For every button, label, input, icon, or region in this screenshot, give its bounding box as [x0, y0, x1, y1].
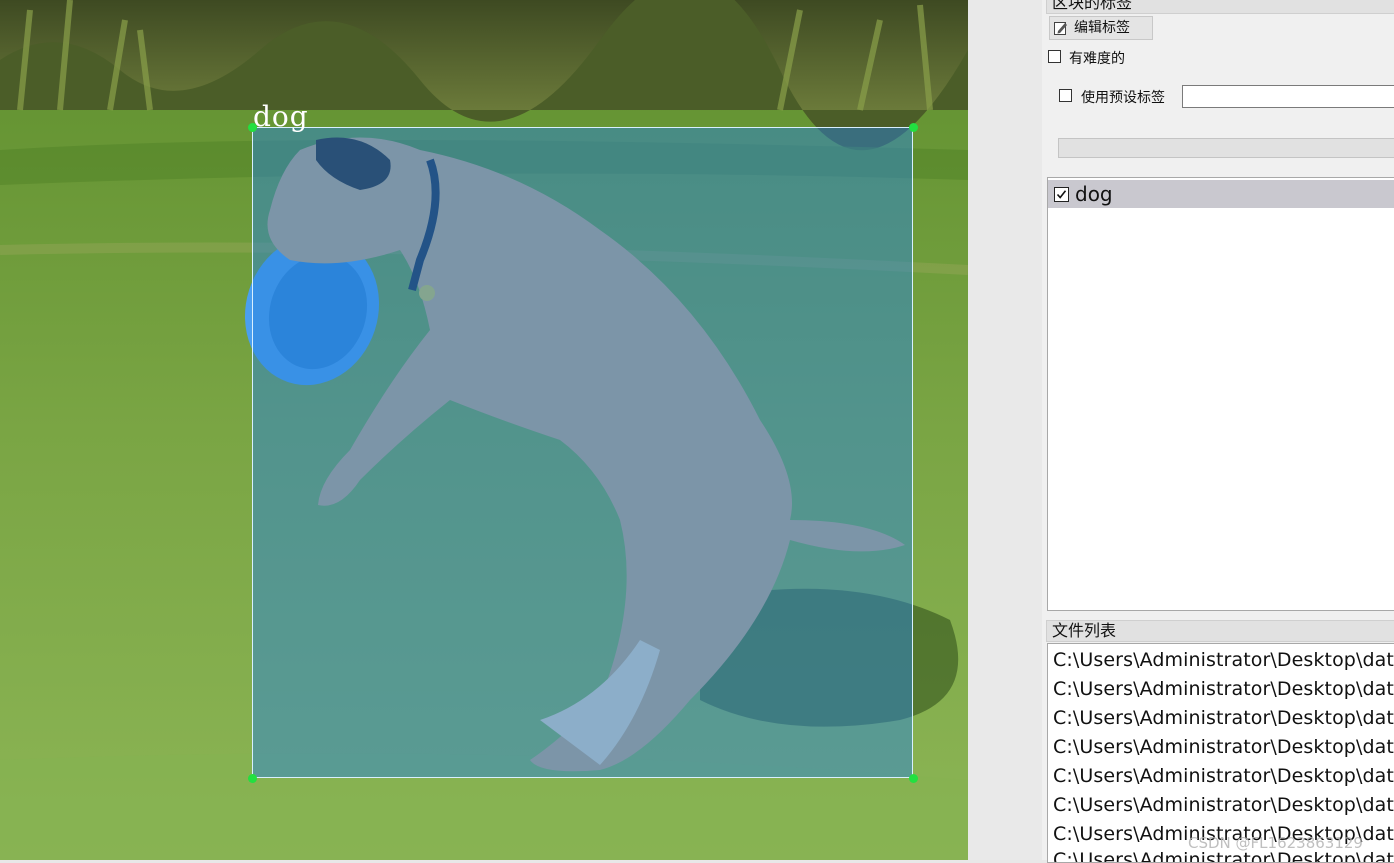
use-preset-checkbox[interactable]: [1059, 89, 1072, 102]
edit-label-button[interactable]: 编辑标签: [1049, 16, 1153, 40]
bbox-handle-bottom-left[interactable]: [248, 774, 257, 783]
edit-icon: [1054, 22, 1067, 35]
file-list-item[interactable]: C:\Users\Administrator\Desktop\dat: [1053, 794, 1394, 816]
bbox-handle-bottom-right[interactable]: [909, 774, 918, 783]
label-visible-checkbox[interactable]: [1054, 187, 1069, 202]
block-labels-title: 区块的标签: [1046, 0, 1394, 14]
image-canvas[interactable]: dog: [0, 0, 968, 860]
label-list[interactable]: dog: [1047, 177, 1394, 611]
difficult-label: 有难度的: [1069, 51, 1125, 67]
file-list-item[interactable]: C:\Users\Administrator\Desktop\dat: [1053, 678, 1394, 700]
panel-gutter: [968, 0, 1042, 860]
right-dock: 区块的标签 编辑标签 有难度的 使用预设标签 dog 文件列表 C:\Users…: [1042, 0, 1394, 863]
edit-label-button-text: 编辑标签: [1074, 20, 1130, 36]
use-preset-label: 使用预设标签: [1081, 90, 1165, 106]
annotation-bounding-box[interactable]: [252, 127, 913, 778]
bbox-handle-top-right[interactable]: [909, 123, 918, 132]
file-list-item[interactable]: C:\Users\Administrator\Desktop\dat: [1053, 649, 1394, 671]
difficult-checkbox[interactable]: [1048, 50, 1061, 63]
file-list-item[interactable]: C:\Users\Administrator\Desktop\dat: [1053, 765, 1394, 787]
file-list-title: 文件列表: [1046, 620, 1394, 642]
label-list-item-dog[interactable]: dog: [1048, 180, 1394, 208]
watermark: CSDN @FL1623863129: [1188, 834, 1363, 852]
preset-label-dropdown[interactable]: [1058, 138, 1394, 158]
label-name: dog: [1075, 182, 1113, 206]
check-icon: [1056, 190, 1067, 199]
preset-label-combobox[interactable]: [1182, 85, 1394, 108]
bbox-label: dog: [253, 100, 309, 133]
file-list-item[interactable]: C:\Users\Administrator\Desktop\dat: [1053, 736, 1394, 758]
file-list-item[interactable]: C:\Users\Administrator\Desktop\dat: [1053, 707, 1394, 729]
file-list[interactable]: C:\Users\Administrator\Desktop\dat C:\Us…: [1047, 643, 1394, 863]
